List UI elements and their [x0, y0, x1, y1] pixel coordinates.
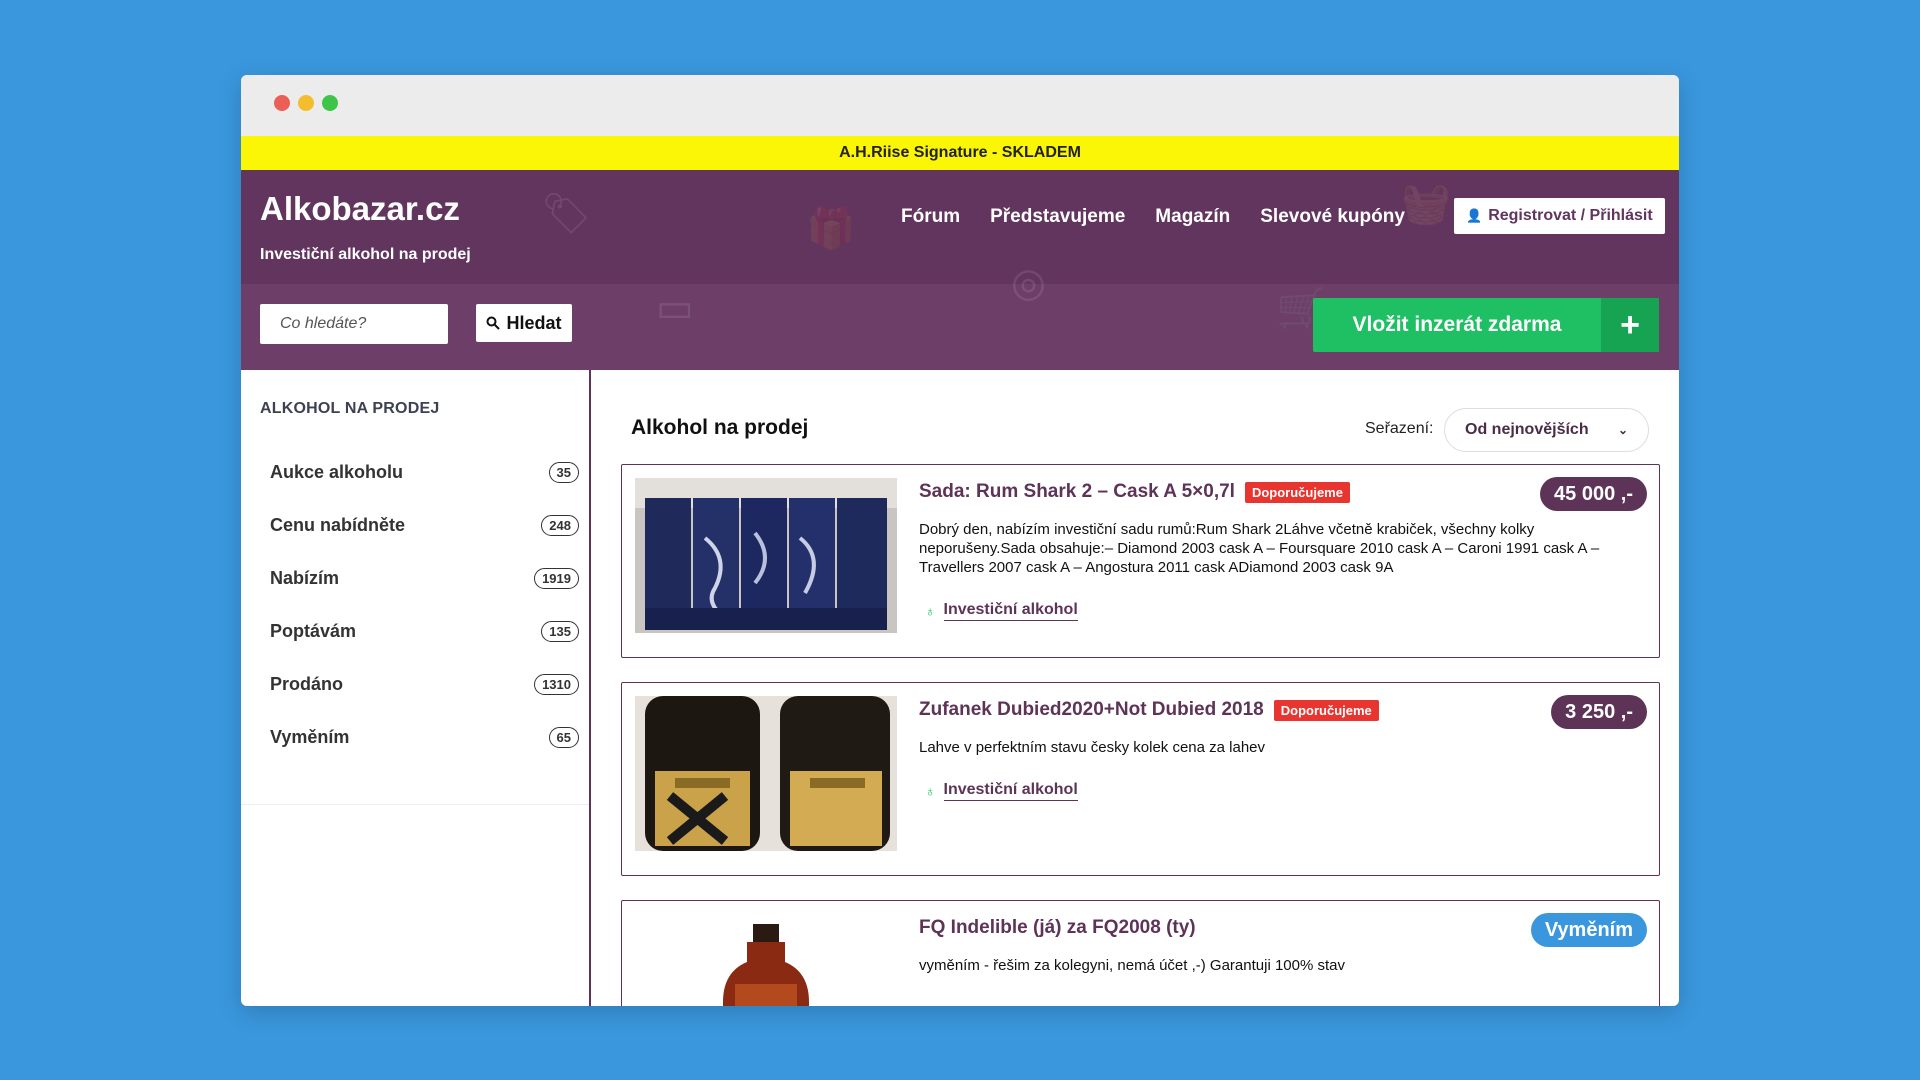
category-name: Nabízím [270, 568, 340, 588]
chevron-down-icon: ⌄ [1617, 423, 1628, 437]
swap-badge: Vyměním [1530, 913, 1647, 947]
category-count: 248 [541, 515, 579, 536]
sidebar-item-cenu-nabidnete[interactable]: Cenu nabídněte 248 [270, 499, 579, 552]
listing-card[interactable]: Sada: Rum Shark 2 – Cask A 5×0,7l Doporu… [621, 464, 1660, 658]
add-listing-button[interactable]: Vložit inzerát zdarma + [1313, 298, 1659, 352]
nav-predstavujeme[interactable]: Představujeme [990, 206, 1125, 228]
price-badge: 3 250 ,- [1551, 695, 1647, 729]
listing-card[interactable]: FQ Indelible (já) za FQ2008 (ty) Vyměním… [621, 900, 1660, 1006]
category-tag[interactable]: ♁ Investiční alkohol [925, 601, 1078, 621]
sidebar: ALKOHOL NA PRODEJ Aukce alkoholu 35 Cenu… [241, 370, 591, 1006]
window-titlebar [241, 75, 1679, 136]
sidebar-divider [241, 804, 589, 805]
sidebar-item-vymenim[interactable]: Vyměním 65 [270, 711, 579, 764]
listing-description: vyměním - řešim za kolegyni, nemá účet ,… [919, 957, 1345, 974]
category-name: Poptávám [270, 621, 357, 641]
category-count: 1919 [534, 568, 579, 589]
sort-value: Od nejnovějších [1465, 421, 1589, 438]
category-name: Prodáno [270, 674, 344, 694]
login-button[interactable]: 👤 Registrovat / Přihlásit [1454, 198, 1665, 234]
nav-magazin[interactable]: Magazín [1155, 206, 1230, 228]
listing-title[interactable]: Zufanek Dubied2020+Not Dubied 2018 Dopor… [919, 699, 1379, 721]
site-header: 🏷 🎁 ◎ ▭ 🛒 🧺 Alkobazar.cz Investiční alko… [241, 170, 1679, 370]
announcement-bar[interactable]: A.H.Riise Signature - SKLADEM [241, 136, 1679, 170]
recommended-badge: Doporučujeme [1273, 699, 1379, 721]
close-window-button[interactable] [274, 95, 290, 111]
search-button-label: Hledat [506, 312, 562, 333]
listing-description: Lahve v perfektním stavu česky kolek cen… [919, 739, 1266, 756]
sort-select[interactable]: Od nejnovějších ⌄ [1444, 408, 1649, 452]
category-tag-label: Investiční alkohol [943, 601, 1078, 621]
sidebar-item-nabizim[interactable]: Nabízím 1919 [270, 552, 579, 605]
coin-icon: ◎ [1011, 260, 1046, 306]
listing-image[interactable] [635, 478, 897, 633]
money-bag-icon: ♁ [925, 603, 936, 619]
category-count: 35 [548, 462, 579, 483]
nav-forum[interactable]: Fórum [901, 206, 960, 228]
listing-title[interactable]: FQ Indelible (já) za FQ2008 (ty) [919, 917, 1196, 939]
search-button[interactable]: Hledat [476, 304, 572, 342]
category-list: Aukce alkoholu 35 Cenu nabídněte 248 Nab… [270, 446, 579, 764]
listing-title-text: Zufanek Dubied2020+Not Dubied 2018 [919, 699, 1264, 720]
minimize-window-button[interactable] [298, 95, 314, 111]
site-tagline: Investiční alkohol na prodej [260, 246, 471, 263]
listings-panel: Alkohol na prodej Seřazení: Od nejnovějš… [591, 370, 1679, 1006]
category-name: Aukce alkoholu [270, 462, 404, 482]
listing-title[interactable]: Sada: Rum Shark 2 – Cask A 5×0,7l Doporu… [919, 481, 1350, 503]
listing-image[interactable] [635, 914, 897, 1006]
search-input[interactable] [260, 304, 448, 344]
listing-card[interactable]: Zufanek Dubied2020+Not Dubied 2018 Dopor… [621, 682, 1660, 876]
listing-image[interactable] [635, 696, 897, 851]
sidebar-item-poptavam[interactable]: Poptávám 135 [270, 605, 579, 658]
page-content: ALKOHOL NA PRODEJ Aukce alkoholu 35 Cenu… [241, 370, 1679, 1006]
page-title: Alkohol na prodej [631, 416, 809, 439]
category-name: Cenu nabídněte [270, 515, 406, 535]
add-listing-label: Vložit inzerát zdarma [1352, 313, 1562, 336]
site-logo[interactable]: Alkobazar.cz [260, 190, 460, 228]
category-count: 1310 [534, 674, 579, 695]
sidebar-item-prodano[interactable]: Prodáno 1310 [270, 658, 579, 711]
main-nav: Fórum Představujeme Magazín Slevové kupó… [901, 206, 1405, 228]
plus-icon: + [1601, 298, 1659, 352]
listing-title-text: Sada: Rum Shark 2 – Cask A 5×0,7l [919, 481, 1235, 502]
listing-description: Dobrý den, nabízím investiční sadu rumů:… [919, 521, 1600, 576]
price-badge: 45 000 ,- [1540, 477, 1647, 511]
sidebar-item-aukce[interactable]: Aukce alkoholu 35 [270, 446, 579, 499]
category-tag[interactable]: ♁ Investiční alkohol [925, 781, 1078, 801]
gift-icon: 🎁 [806, 206, 856, 252]
category-tag-label: Investiční alkohol [943, 781, 1078, 801]
category-count: 65 [548, 727, 579, 748]
search-icon [486, 316, 501, 330]
nav-slevove-kupony[interactable]: Slevové kupóny [1260, 206, 1405, 228]
listing-title-text: FQ Indelible (já) za FQ2008 (ty) [919, 917, 1196, 938]
maximize-window-button[interactable] [322, 95, 338, 111]
money-bag-icon: ♁ [925, 783, 936, 799]
wallet-icon: ▭ [656, 285, 694, 331]
browser-window: A.H.Riise Signature - SKLADEM 🏷 🎁 ◎ ▭ 🛒 … [241, 75, 1679, 1006]
recommended-badge: Doporučujeme [1244, 481, 1350, 503]
login-label: Registrovat / Přihlásit [1488, 207, 1653, 224]
category-count: 135 [541, 621, 579, 642]
tag-icon: 🏷 [541, 191, 592, 237]
basket-icon: 🧺 [1401, 181, 1451, 227]
user-icon: 👤 [1466, 208, 1483, 223]
sort-label: Seřazení: [1365, 420, 1434, 437]
sidebar-title: ALKOHOL NA PRODEJ [260, 400, 440, 417]
category-name: Vyměním [270, 727, 350, 747]
